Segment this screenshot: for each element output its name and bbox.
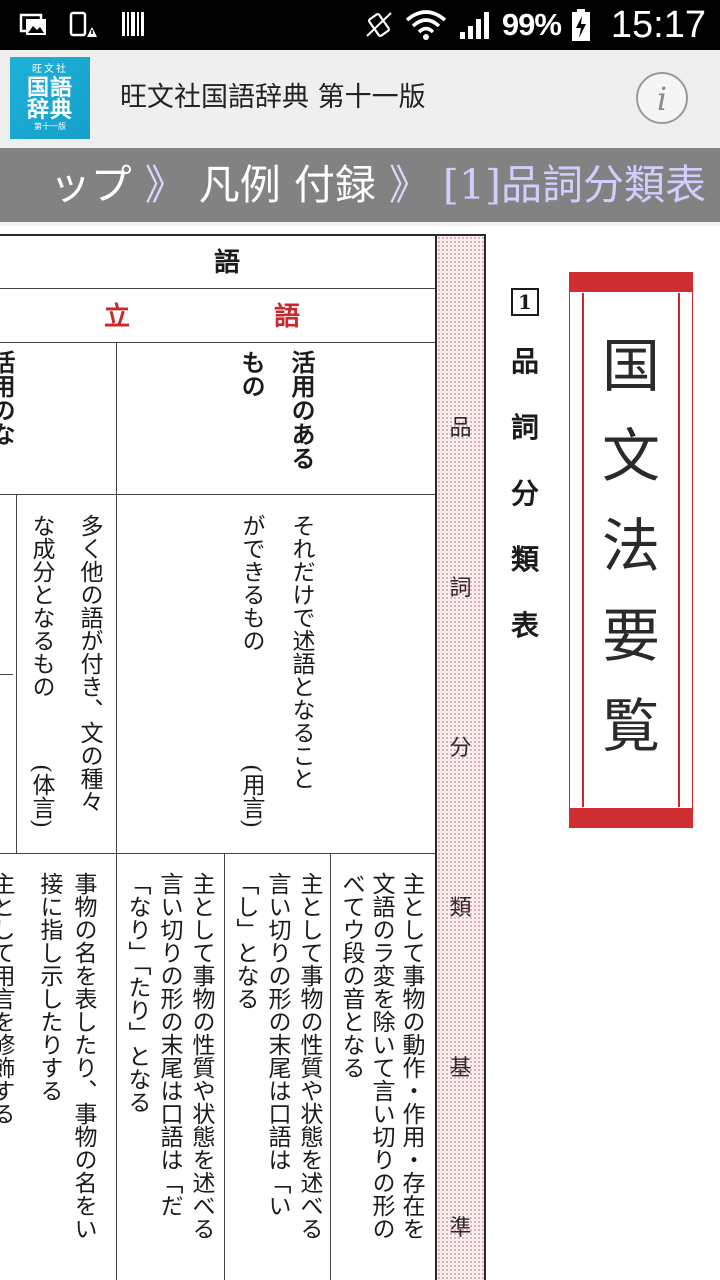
cell-adjectival-verb-desc-2: 言い切りの形の末尾は口語は「だ — [156, 872, 182, 1217]
section-title-char: 分 — [510, 477, 539, 510]
grammar-title-char: 要 — [601, 602, 660, 670]
band-char: 詞 — [449, 576, 472, 601]
barcode-icon — [122, 12, 144, 36]
app-logo[interactable]: 旺文社 国語 辞典 第十一版 — [10, 57, 90, 139]
app-bar: 旺文社 国語 辞典 第十一版 旺文社国語辞典 第十一版 i — [0, 50, 720, 146]
band-char: 類 — [449, 896, 472, 921]
battery-percent: 99% — [501, 7, 562, 42]
cell-noun-desc-1: 事物の名を表したり、事物の名をい — [70, 872, 96, 1240]
section-title-char: 表 — [510, 609, 539, 642]
cell-verb-desc-1: 主として事物の動作・作用・存在を — [398, 872, 424, 1240]
grammar-overview-title-box: 国 文 法 要 覧 — [569, 272, 693, 828]
band-char: 準 — [449, 1216, 472, 1241]
dictionary-page[interactable]: 語 立 語 活用のある もの 活用のな それだけで述語となること ができるもの … — [0, 226, 720, 1280]
classification-criteria-band: 品 詞 分 類 基 準 — [436, 234, 486, 1280]
logo-edition: 第十一版 — [34, 122, 66, 131]
logo-publisher: 旺文社 — [32, 64, 68, 75]
breadcrumb: ップ 》 凡例 付録 》 [1]品詞分類表 — [0, 148, 720, 222]
title-box-bottom-cap — [569, 808, 693, 828]
grammar-title-char: 覧 — [601, 692, 660, 760]
cell-inflecting: 活用のある — [287, 350, 315, 470]
breadcrumb-bar: ップ 》 凡例 付録 》 [1]品詞分類表 — [0, 146, 720, 226]
band-char: 品 — [449, 416, 472, 441]
cell-taigen-desc: 多く他の語が付き、文の種々 — [76, 514, 102, 813]
section-title-char: 類 — [510, 543, 539, 576]
table-header-independent-1: 立 — [104, 302, 131, 332]
cell-adjectival-verb-desc-3: 「なり」「たり」となる — [124, 872, 150, 1114]
cell-adverb-desc-partial: 主として用言を修飾する — [0, 872, 14, 1125]
wifi-icon — [405, 10, 446, 40]
cell-inflecting-suffix: もの — [237, 350, 265, 398]
section-title-char: 品 — [510, 345, 539, 378]
device-warning-icon — [69, 11, 97, 37]
cell-yogen-desc-2: ができるもの — [238, 514, 264, 652]
breadcrumb-item-appendix[interactable]: 凡例 付録 — [199, 161, 376, 209]
cell-non-inflecting: 活用のな — [0, 350, 15, 446]
band-char: 分 — [449, 736, 472, 761]
cell-taigen-tag: (体言) — [28, 764, 54, 828]
cell-adjective-desc-3: 「し」となる — [232, 872, 258, 1010]
part-of-speech-table: 語 立 語 活用のある もの 活用のな それだけで述語となること ができるもの … — [0, 234, 436, 1280]
info-button[interactable]: i — [636, 72, 688, 124]
status-notifications — [18, 9, 148, 39]
grammar-title-char: 文 — [601, 422, 660, 490]
cell-taigen-desc-2: な成分となるもの — [28, 514, 54, 698]
section-title: 1 品 詞 分 類 表 — [508, 288, 542, 678]
status-bar: 99% 15:17 — [0, 0, 720, 50]
app-title: 旺文社国語辞典 第十一版 — [120, 82, 426, 113]
breadcrumb-separator: 》 — [144, 161, 186, 209]
logo-title-line2: 辞典 — [26, 97, 73, 123]
logo-title-line1: 国語 — [26, 75, 73, 101]
section-number: 1 — [511, 288, 539, 316]
info-icon: i — [656, 80, 668, 118]
signal-icon — [459, 12, 489, 39]
grammar-title-char: 国 — [601, 332, 660, 400]
table-header-word: 語 — [214, 248, 241, 278]
status-indicators: 99% 15:17 — [364, 0, 706, 50]
grammar-title-char: 法 — [601, 512, 660, 580]
table-header-independent-2: 語 — [274, 302, 301, 332]
band-char: 基 — [449, 1056, 472, 1081]
cell-yogen-desc: それだけで述語となること — [288, 514, 314, 790]
cell-adjectival-verb-desc-1: 主として事物の性質や状態を述べる — [188, 872, 214, 1240]
breadcrumb-item-top[interactable]: ップ — [50, 161, 132, 209]
cell-adjective-desc-2: 言い切りの形の末尾は口語は「い — [264, 872, 290, 1217]
cell-yogen-tag: (用言) — [238, 764, 264, 828]
section-title-char: 詞 — [510, 411, 539, 444]
cell-noun-desc-2: 接に指し示したりする — [36, 872, 62, 1102]
cell-adjective-desc-1: 主として事物の性質や状態を述べる — [296, 872, 322, 1240]
breadcrumb-separator: 》 — [388, 161, 430, 209]
cell-verb-desc-2: 文語のラ変を除いて言い切りの形の — [368, 872, 394, 1240]
battery-charging-icon — [571, 9, 590, 41]
vibrate-icon — [366, 12, 392, 37]
clock: 15:17 — [610, 3, 706, 46]
photo-notification-icon — [19, 13, 46, 35]
breadcrumb-item-current: [1]品詞分類表 — [442, 161, 706, 209]
title-box-top-cap — [569, 272, 693, 292]
cell-verb-desc-3: べてウ段の音となる — [338, 872, 364, 1079]
